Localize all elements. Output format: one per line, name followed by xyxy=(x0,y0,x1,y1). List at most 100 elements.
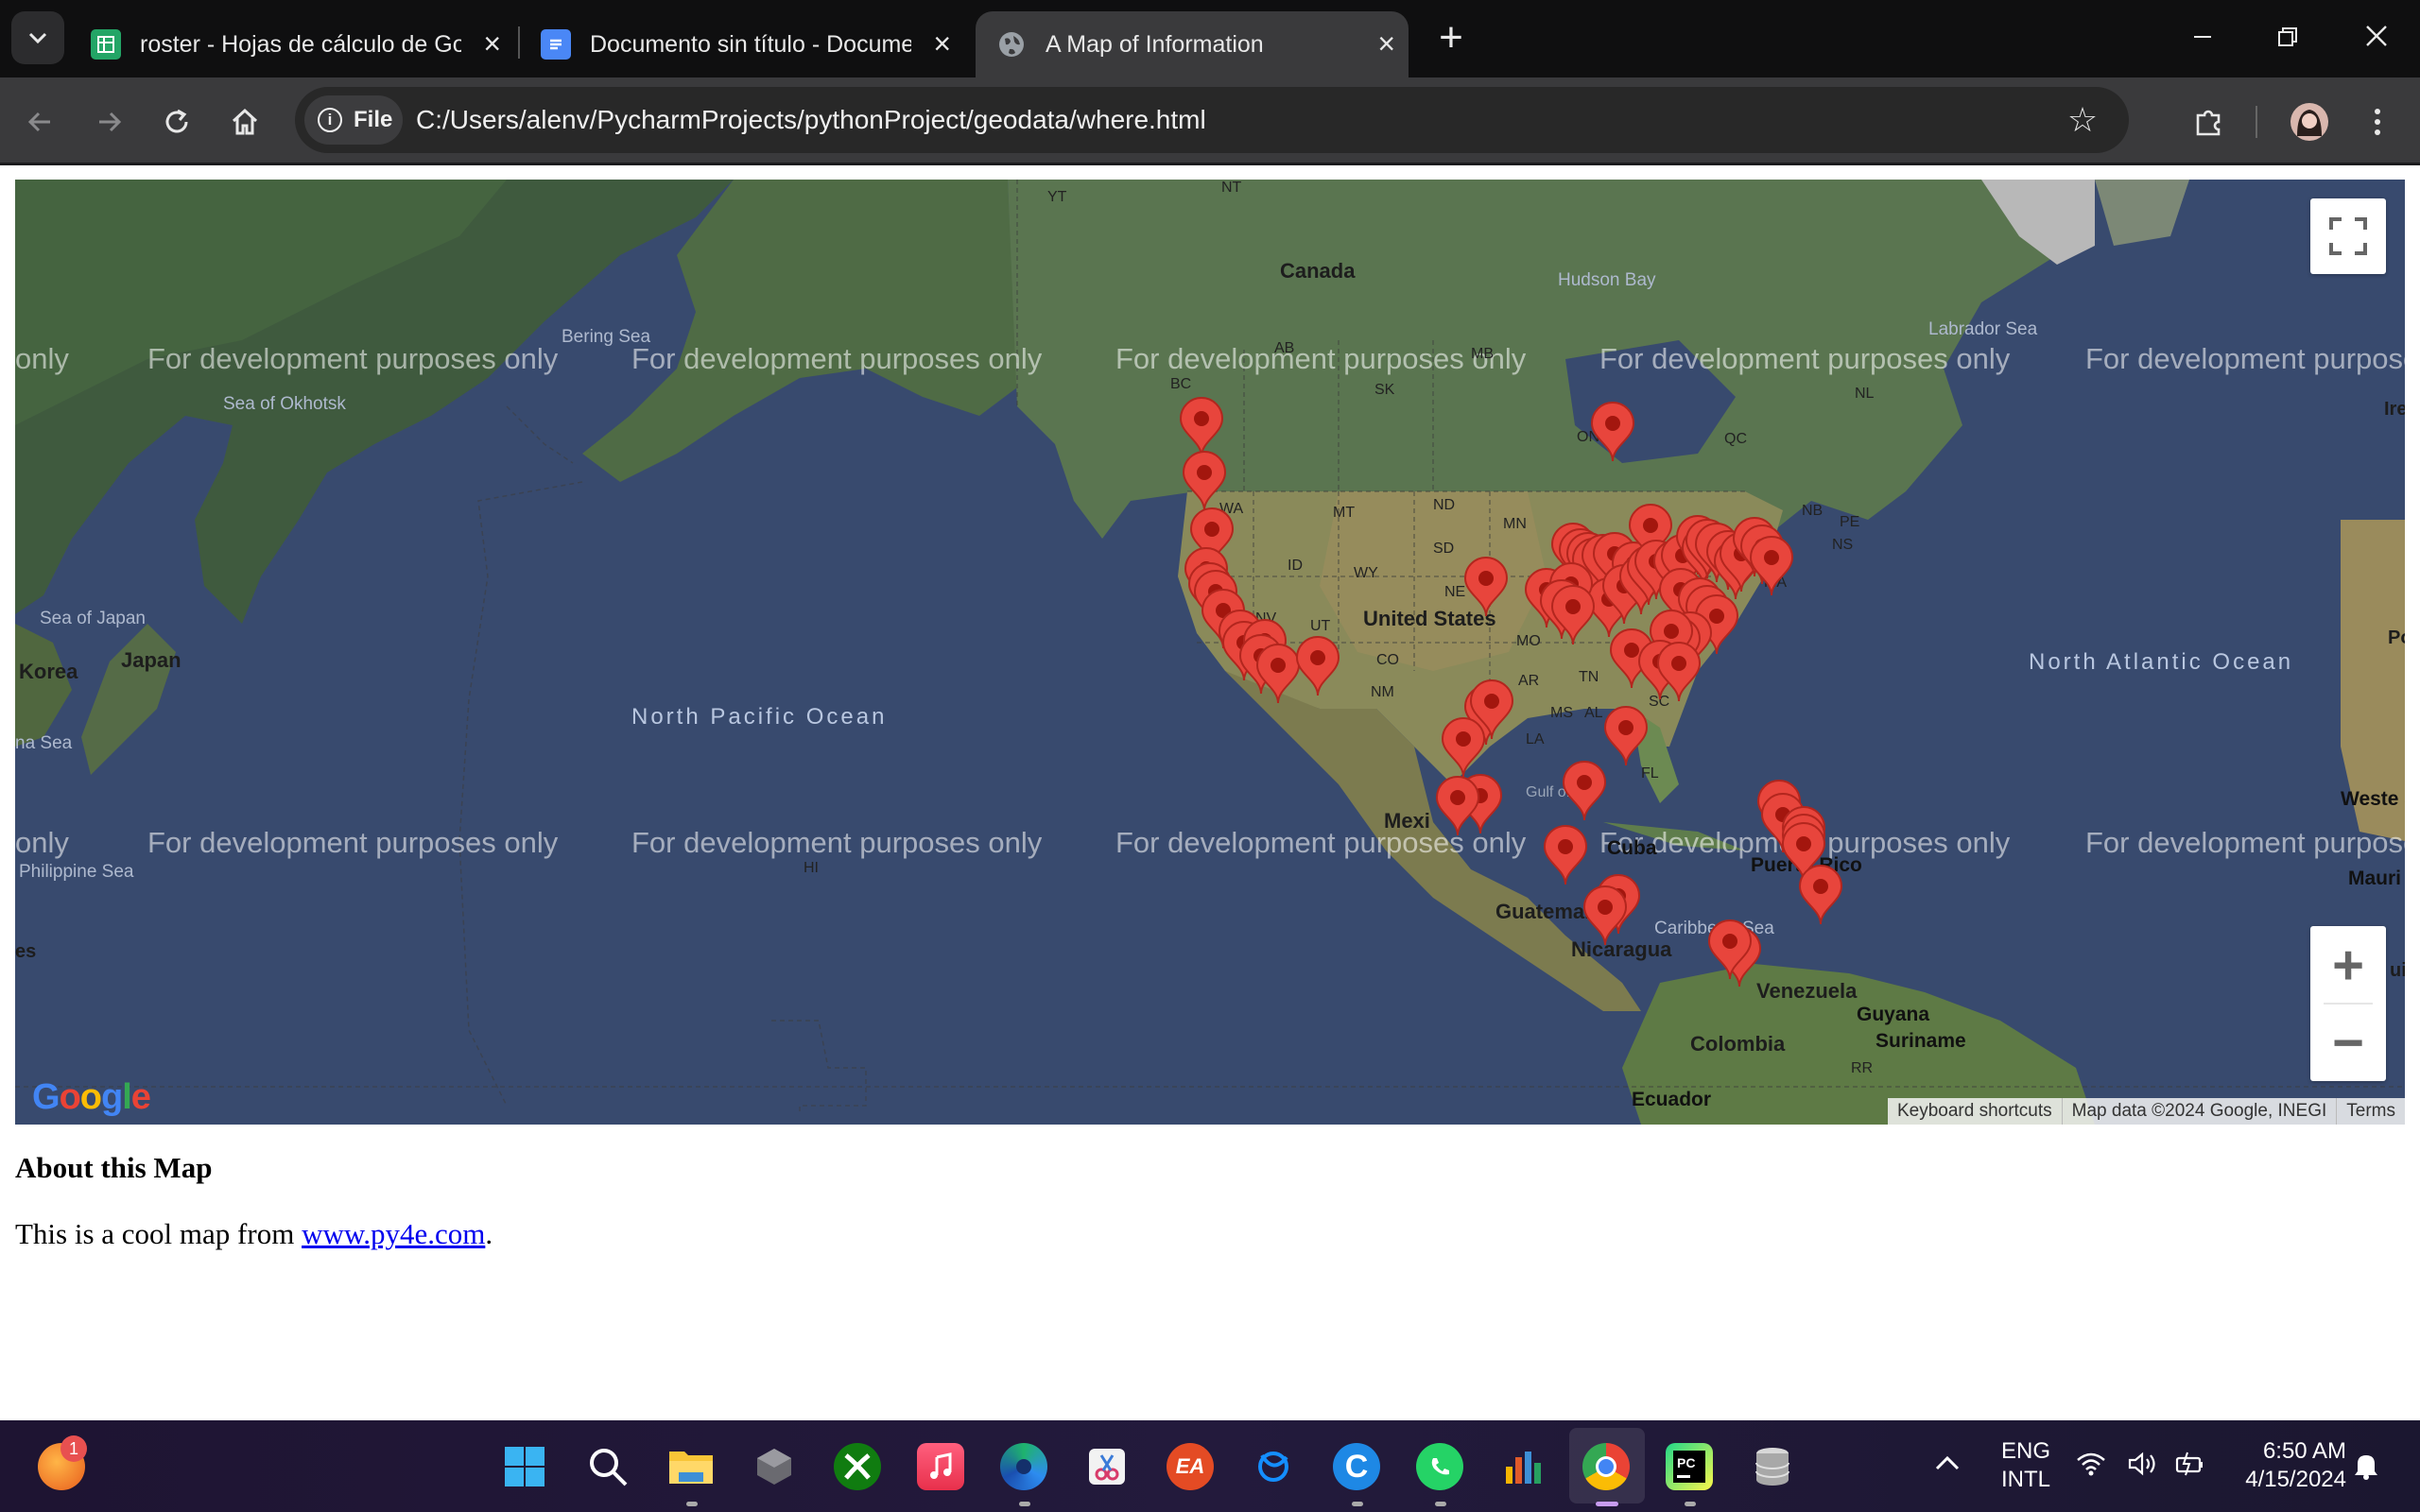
watermark: For development purposes only xyxy=(631,342,1043,375)
minimize-button[interactable] xyxy=(2174,13,2231,60)
music-note-icon xyxy=(930,1452,952,1479)
tab-roster[interactable]: roster - Hojas de cálculo de Goo × xyxy=(70,11,514,77)
country-label: Colombia xyxy=(1690,1032,1786,1056)
xbox-button[interactable] xyxy=(834,1443,881,1490)
map-marker-72[interactable] xyxy=(1588,401,1637,463)
tab-search-button[interactable] xyxy=(11,11,64,64)
google-map[interactable]: only For development purposes only For d… xyxy=(15,180,2405,1125)
close-tab-icon[interactable]: × xyxy=(1377,28,1395,59)
analytics-app-button[interactable] xyxy=(1499,1443,1547,1490)
bookmark-star-icon[interactable]: ☆ xyxy=(2059,96,2106,144)
keyboard-shortcuts-link[interactable]: Keyboard shortcuts xyxy=(1888,1098,2062,1125)
region-label: TN xyxy=(1579,669,1599,685)
running-indicator xyxy=(1352,1502,1363,1506)
tab-map-of-information[interactable]: A Map of Information × xyxy=(976,11,1409,77)
c-app-button[interactable]: C xyxy=(1333,1443,1380,1490)
show-hidden-icons-button[interactable] xyxy=(1934,1451,1961,1479)
sea-label: Bering Sea xyxy=(562,327,651,347)
arrow-left-icon xyxy=(27,112,50,132)
region-label: NS xyxy=(1832,537,1854,553)
address-bar[interactable]: i File C:/Users/alenv/PycharmProjects/py… xyxy=(295,87,2129,153)
fullscreen-button[interactable] xyxy=(2310,198,2386,274)
wifi-icon[interactable] xyxy=(2076,1451,2106,1485)
map-marker-54[interactable] xyxy=(1601,705,1651,767)
battery-icon[interactable] xyxy=(2174,1451,2206,1485)
close-tab-icon[interactable]: × xyxy=(933,28,951,59)
info-icon: i xyxy=(318,108,342,132)
apple-music-button[interactable] xyxy=(917,1443,964,1490)
active-indicator xyxy=(1596,1502,1618,1506)
region-label: WY xyxy=(1354,565,1378,581)
ocean-label: North Pacific Ocean xyxy=(631,704,888,730)
region-label: AL xyxy=(1584,705,1603,721)
chrome-button[interactable] xyxy=(1582,1443,1630,1490)
start-button[interactable] xyxy=(501,1443,548,1490)
language-indicator[interactable]: ENG INTL xyxy=(1993,1437,2059,1494)
back-button[interactable] xyxy=(17,98,64,146)
site-info-chip[interactable]: i File xyxy=(304,95,403,145)
running-indicator xyxy=(1685,1502,1696,1506)
sea-label: es xyxy=(15,941,37,962)
battlenet-icon xyxy=(1258,1452,1288,1482)
map-marker-60[interactable] xyxy=(1560,760,1609,822)
map-marker-69[interactable] xyxy=(1796,864,1845,926)
map-marker-2[interactable] xyxy=(1180,450,1229,512)
new-tab-button[interactable]: + xyxy=(1427,15,1475,62)
profile-avatar[interactable] xyxy=(2286,98,2333,146)
restore-button[interactable] xyxy=(2259,13,2316,60)
region-label: ND xyxy=(1433,497,1456,513)
map-marker-71[interactable] xyxy=(1705,919,1754,981)
notification-bell-icon[interactable] xyxy=(2352,1451,2380,1488)
tab-docs[interactable]: Documento sin título - Docume × xyxy=(520,11,964,77)
about-paragraph: This is a cool map from www.py4e.com. xyxy=(15,1217,493,1251)
zoom-in-button[interactable]: + xyxy=(2310,926,2386,1004)
map-marker-59[interactable] xyxy=(1433,775,1482,837)
file-explorer-button[interactable] xyxy=(667,1443,715,1490)
terms-link[interactable]: Terms xyxy=(2336,1098,2405,1125)
puzzle-icon xyxy=(2196,110,2221,136)
sea-label: Philippine Sea xyxy=(19,862,134,882)
pycharm-button[interactable]: PC xyxy=(1666,1443,1713,1490)
database-app-button[interactable] xyxy=(1749,1443,1796,1490)
close-window-button[interactable] xyxy=(2348,13,2405,60)
search-button[interactable] xyxy=(584,1443,631,1490)
map-marker-63[interactable] xyxy=(1581,885,1630,947)
map-marker-40[interactable] xyxy=(1747,535,1796,597)
home-button[interactable] xyxy=(221,98,268,146)
region-label: NT xyxy=(1221,180,1242,196)
unity-hub-button[interactable] xyxy=(751,1443,798,1490)
restore-icon xyxy=(2278,27,2297,46)
snipping-tool-button[interactable] xyxy=(1083,1443,1131,1490)
extensions-button[interactable] xyxy=(2186,98,2233,146)
edge-button[interactable] xyxy=(1000,1443,1047,1490)
region-label: SK xyxy=(1374,382,1395,398)
tab-strip: roster - Hojas de cálculo de Goo × Docum… xyxy=(0,0,2420,77)
battle-net-button[interactable] xyxy=(1250,1443,1297,1490)
map-marker-13[interactable] xyxy=(1293,635,1342,697)
security-chip-label: File xyxy=(354,107,393,132)
google-logo[interactable]: Google xyxy=(32,1077,151,1118)
forward-button[interactable] xyxy=(85,98,132,146)
zoom-out-button[interactable]: − xyxy=(2310,1004,2386,1081)
map-marker-57[interactable] xyxy=(1439,716,1488,779)
close-tab-icon[interactable]: × xyxy=(483,28,501,59)
map-marker-14[interactable] xyxy=(1461,556,1511,618)
menu-button[interactable] xyxy=(2354,98,2401,146)
py4e-link[interactable]: www.py4e.com xyxy=(302,1217,485,1250)
volume-icon[interactable] xyxy=(2127,1451,2159,1485)
chrome-icon xyxy=(1596,1456,1616,1477)
whatsapp-button[interactable] xyxy=(1416,1443,1463,1490)
home-icon xyxy=(232,108,258,135)
region-label: QC xyxy=(1724,431,1747,447)
clock[interactable]: 6:50 AM 4/15/2024 xyxy=(2223,1437,2346,1494)
map-marker-51[interactable] xyxy=(1548,584,1598,646)
docs-icon xyxy=(541,29,571,60)
map-marker-61[interactable] xyxy=(1541,824,1590,886)
reload-button[interactable] xyxy=(153,98,200,146)
url-text[interactable]: C:/Users/alenv/PycharmProjects/pythonPro… xyxy=(416,87,1206,153)
map-marker-56[interactable] xyxy=(1654,641,1703,703)
ea-app-button[interactable]: EA xyxy=(1167,1443,1214,1490)
country-label: Korea xyxy=(19,660,78,683)
watermark: For development purpose xyxy=(2085,826,2405,859)
region-label: SD xyxy=(1433,541,1455,557)
